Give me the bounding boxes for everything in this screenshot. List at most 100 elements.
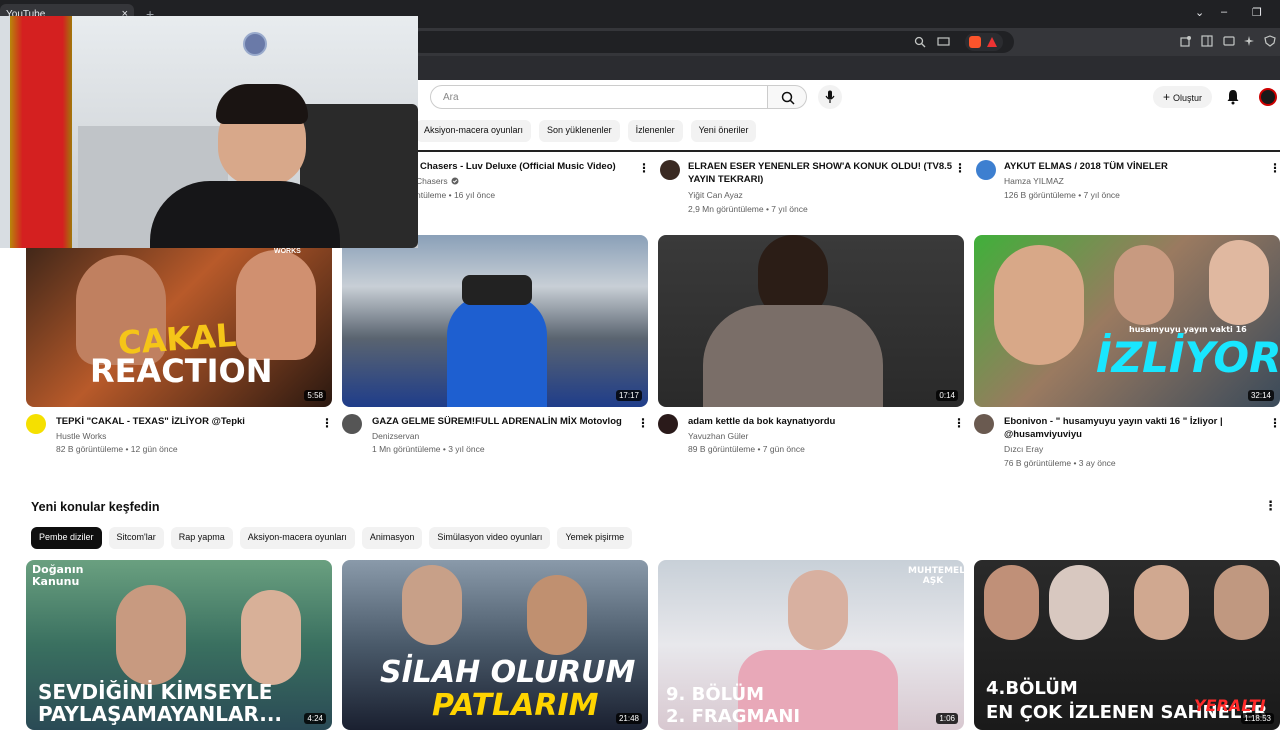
channel-name[interactable]: Yavuzhan Güler — [688, 430, 748, 442]
channel-avatar[interactable] — [342, 414, 362, 434]
more-actions-icon[interactable]: ⋮ — [321, 416, 333, 430]
channel-avatar[interactable] — [26, 414, 46, 434]
thumbnail-person — [788, 570, 848, 650]
thumbnail-caption: 2. FRAGMANI — [666, 706, 801, 727]
video-thumbnail[interactable]: SİLAH OLURUM PATLARIM 21:48 — [342, 560, 648, 730]
video-title[interactable]: adam kettle da bok kaynatıyordu — [688, 415, 835, 428]
video-thumbnail[interactable]: 17:17 — [342, 235, 648, 407]
channel-name[interactable]: Denizservan — [372, 430, 419, 442]
video-duration: 5:58 — [304, 390, 326, 401]
channel-name[interactable]: Hamza YILMAZ — [1004, 175, 1064, 187]
account-avatar[interactable] — [1259, 88, 1277, 106]
show-logo: MUHTEMEL AŞK — [908, 566, 964, 586]
channel-name[interactable]: Dızcı Eray — [1004, 443, 1043, 455]
channel-avatar[interactable] — [976, 160, 996, 180]
search-button[interactable] — [767, 85, 807, 109]
video-stats: 2,9 Mn görüntüleme • 7 yıl önce — [688, 204, 808, 214]
video-duration: 17:17 — [615, 390, 642, 401]
mic-icon — [825, 90, 835, 103]
leo-ai-icon[interactable] — [1243, 35, 1255, 47]
thumbnail-caption: PAYLAŞAMAYANLAR... — [38, 702, 283, 726]
video-duration: 32:14 — [1247, 390, 1274, 401]
cast-icon[interactable] — [937, 36, 951, 48]
chip-action-adventure[interactable]: Aksiyon-macera oyunları — [239, 527, 355, 549]
thumbnail-person — [241, 590, 301, 685]
thumbnail-caption: SEVDİĞİNİ KİMSEYLE — [38, 680, 273, 704]
video-title-line2[interactable]: YAYIN TEKRARI) — [688, 173, 763, 186]
section-more-icon[interactable]: ⋮ — [1264, 498, 1277, 514]
more-actions-icon[interactable]: ⋮ — [1269, 416, 1280, 430]
chip-action-adventure[interactable]: Aksiyon-macera oyunları — [416, 120, 532, 142]
chip-new-to-you[interactable]: Yeni öneriler — [690, 120, 757, 142]
chip-soap-operas[interactable]: Pembe diziler — [31, 527, 102, 549]
webcam-shirt — [150, 181, 340, 248]
thumbnail-caption: 9. BÖLÜM — [666, 684, 765, 705]
restore-button[interactable]: ❐ — [1252, 6, 1262, 19]
notifications-bell-icon[interactable] — [1226, 89, 1240, 105]
thumbnail-person — [1049, 565, 1109, 640]
video-thumbnail[interactable]: 4.BÖLÜM EN ÇOK İZLENEN SAHNELER YERALTI … — [974, 560, 1280, 730]
chip-cooking[interactable]: Yemek pişirme — [557, 527, 633, 549]
video-title-line2[interactable]: @husamviyuviyu — [1004, 428, 1082, 441]
video-thumbnail[interactable]: 0:14 — [658, 235, 964, 407]
thumbnail-text: REACTION — [90, 352, 273, 390]
video-thumbnail[interactable]: CAKAL REACTION HUSTLE WORKS 5:58 — [26, 235, 332, 407]
chip-recently-uploaded[interactable]: Son yüklenenler — [539, 120, 620, 142]
video-thumbnail[interactable]: MUHTEMEL AŞK 9. BÖLÜM 2. FRAGMANI 1:06 — [658, 560, 964, 730]
channel-name[interactable]: Hustle Works — [56, 430, 106, 442]
video-title[interactable]: TEPKİ "CAKAL - TEXAS" İZLİYOR @Tepki — [56, 415, 245, 428]
more-actions-icon[interactable]: ⋮ — [638, 161, 650, 175]
more-actions-icon[interactable]: ⋮ — [637, 416, 649, 430]
chip-watched[interactable]: İzlenenler — [627, 120, 683, 142]
channel-avatar[interactable] — [974, 414, 994, 434]
video-title[interactable]: GAZA GELME SÜREM!FULL ADRENALİN MİX Moto… — [372, 415, 622, 428]
video-title[interactable]: Chasers - Luv Deluxe (Official Music Vid… — [420, 160, 616, 173]
chip-simulation[interactable]: Simülasyon video oyunları — [429, 527, 551, 549]
more-actions-icon[interactable]: ⋮ — [1269, 161, 1280, 175]
video-stats: 82 B görüntüleme • 12 gün önce — [56, 444, 178, 454]
brave-rewards-icon[interactable] — [986, 36, 998, 48]
brave-shields-icon[interactable] — [969, 36, 981, 48]
video-title[interactable]: AYKUT ELMAS / 2018 TÜM VİNELER — [1004, 160, 1168, 173]
plus-icon: + — [1163, 90, 1171, 104]
video-title[interactable]: Ebonivon - " husamyuyu yayın vakti 16 " … — [1004, 415, 1223, 428]
thumbnail-person — [1114, 245, 1174, 325]
channel-avatar[interactable] — [658, 414, 678, 434]
webcam-hair — [216, 84, 308, 124]
video-thumbnail[interactable]: Doğanın Kanunu SEVDİĞİNİ KİMSEYLE PAYLAŞ… — [26, 560, 332, 730]
vpn-shield-icon[interactable] — [1264, 35, 1276, 47]
webcam-wall-clock — [243, 32, 267, 56]
thumbnail-person — [116, 585, 186, 685]
top-chip-bar: Aksiyon-macera oyunları Son yüklenenler … — [416, 120, 757, 142]
video-duration: 1:18:53 — [1241, 713, 1274, 724]
thumbnail-person — [1209, 240, 1269, 325]
channel-avatar[interactable] — [660, 160, 680, 180]
video-thumbnail[interactable]: husamyuyu yayın vakti 16 İZLİYOR! 32:14 — [974, 235, 1280, 407]
chip-rap[interactable]: Rap yapma — [170, 527, 233, 549]
minimize-button[interactable]: – — [1221, 6, 1227, 18]
channel-name[interactable]: Chasers — [416, 175, 448, 187]
chip-animation[interactable]: Animasyon — [361, 527, 423, 549]
create-label: Oluştur — [1173, 93, 1203, 103]
video-duration: 1:06 — [936, 713, 958, 724]
video-stats: 1 Mn görüntüleme • 3 yıl önce — [372, 444, 485, 454]
chip-sitcoms[interactable]: Sitcom'lar — [108, 527, 164, 549]
show-logo: Doğanın Kanunu — [32, 563, 84, 588]
thumbnail-motorcycle — [447, 295, 547, 407]
zoom-icon[interactable] — [914, 36, 926, 48]
video-duration: 21:48 — [615, 713, 642, 724]
sidebar-icon[interactable] — [1201, 35, 1213, 47]
create-button[interactable]: + Oluştur — [1153, 86, 1213, 108]
video-title[interactable]: ELRAEN ESER YENENLER SHOW'A KONUK OLDU! … — [688, 160, 952, 173]
more-actions-icon[interactable]: ⋮ — [954, 161, 966, 175]
extensions-icon[interactable] — [1180, 35, 1192, 47]
more-actions-icon[interactable]: ⋮ — [953, 416, 965, 430]
address-bar[interactable] — [410, 31, 1014, 53]
extension-group — [965, 33, 1003, 51]
channel-name[interactable]: Yiğit Can Ayaz — [688, 189, 743, 201]
voice-search-button[interactable] — [818, 85, 842, 109]
tab-search-icon[interactable]: ⌄ — [1195, 6, 1204, 19]
wallet-icon[interactable] — [1223, 35, 1235, 47]
search-input[interactable]: Ara — [430, 85, 768, 109]
video-stats: 126 B görüntüleme • 7 yıl önce — [1004, 190, 1120, 200]
